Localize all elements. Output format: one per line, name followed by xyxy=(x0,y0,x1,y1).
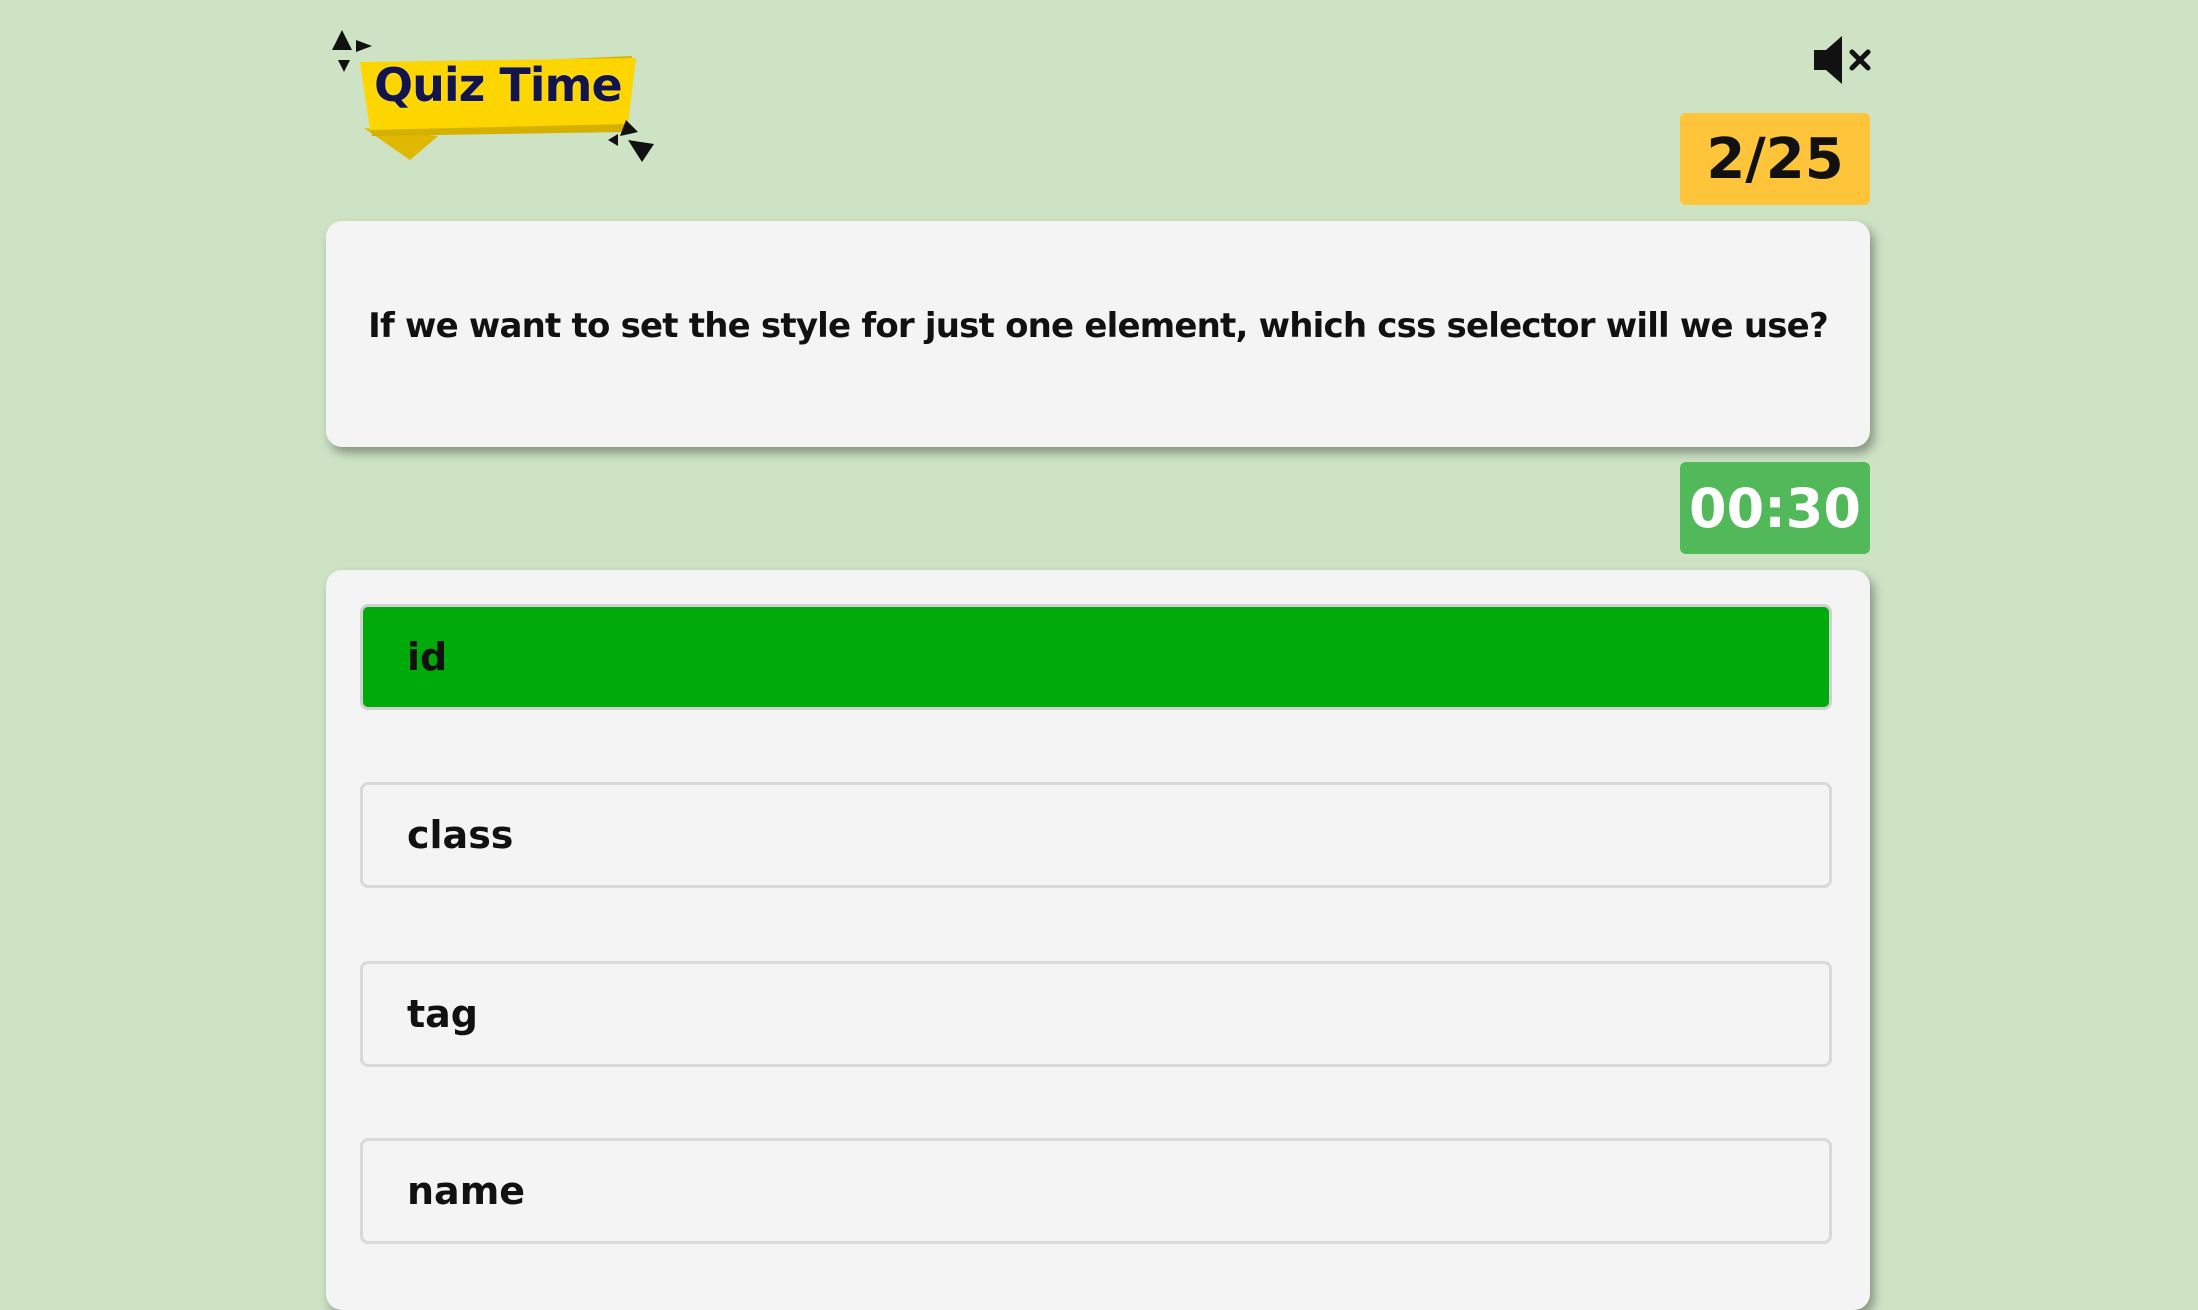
speaker-mute-icon xyxy=(1814,36,1871,84)
countdown-timer: 00:30 xyxy=(1680,462,1870,554)
answer-option-name[interactable]: name xyxy=(360,1138,1832,1244)
answer-option-label: class xyxy=(407,813,514,857)
question-card: If we want to set the style for just one… xyxy=(326,221,1870,447)
question-text: If we want to set the style for just one… xyxy=(368,306,1829,346)
answer-options-card: id class tag name xyxy=(326,570,1870,1310)
question-counter: 2/25 xyxy=(1680,113,1870,205)
answer-option-class[interactable]: class xyxy=(360,782,1832,888)
mute-sound-button[interactable] xyxy=(1812,34,1874,86)
answer-option-id[interactable]: id xyxy=(360,604,1832,710)
answer-option-label: id xyxy=(407,635,448,679)
answer-option-tag[interactable]: tag xyxy=(360,961,1832,1067)
quiz-time-logo: Quiz Time xyxy=(326,28,656,168)
logo-text: Quiz Time xyxy=(374,58,623,112)
answer-option-label: tag xyxy=(407,992,479,1036)
answer-option-label: name xyxy=(407,1169,526,1213)
